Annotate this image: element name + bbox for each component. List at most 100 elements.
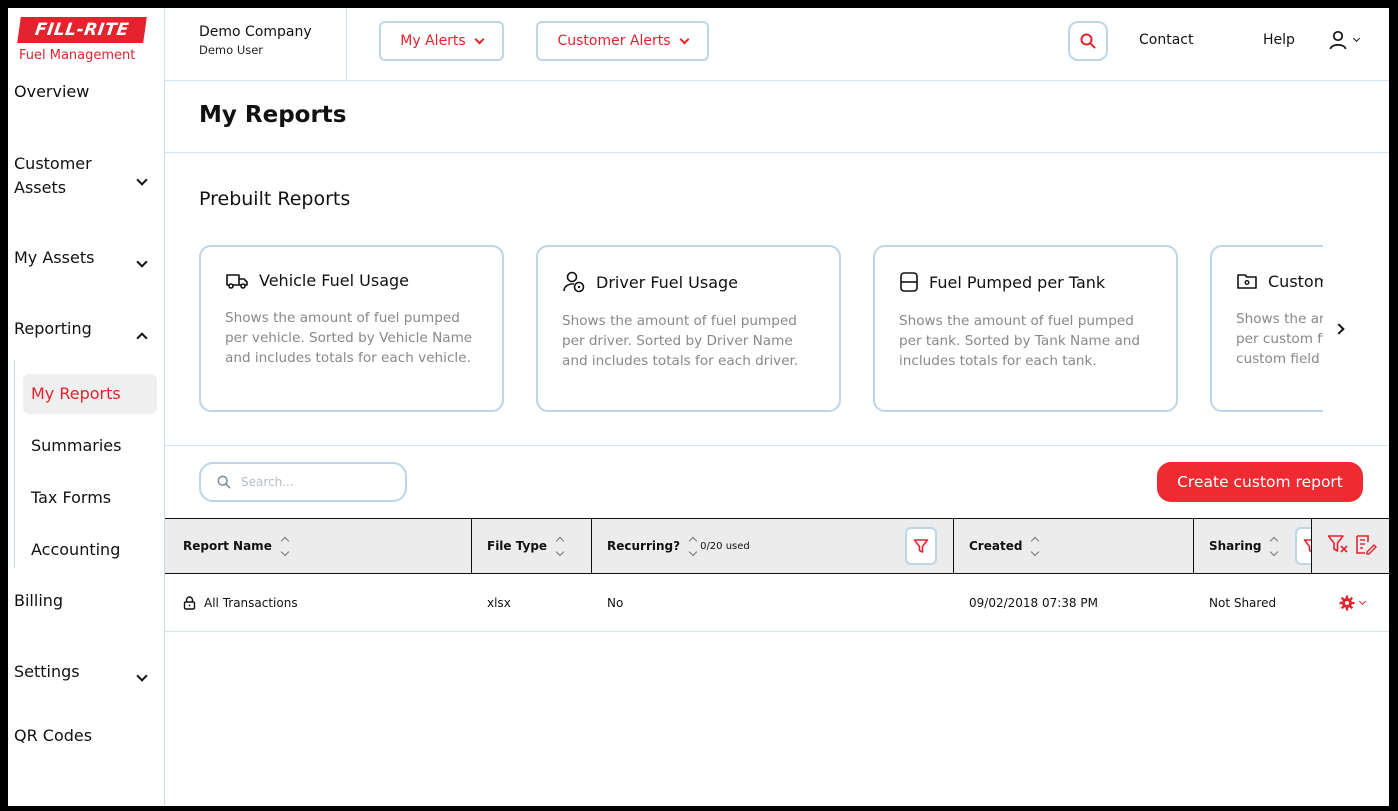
column-label: Report Name: [183, 539, 272, 553]
card-description: Shows the amount of fuel pumped per driv…: [562, 313, 799, 369]
sidebar-item-my-reports[interactable]: My Reports: [23, 374, 157, 414]
chevron-down-icon: [679, 34, 689, 44]
company-name: Demo Company: [199, 24, 312, 40]
logo[interactable]: FILL-RITE Fuel Management: [8, 8, 164, 80]
chevron-down-icon: [1358, 597, 1367, 605]
my-alerts-button[interactable]: My Alerts: [379, 21, 504, 61]
sort-icon[interactable]: [1031, 536, 1040, 556]
filter-icon: [913, 539, 929, 553]
logo-wordmark: FILL-RITE: [17, 17, 147, 43]
search-input[interactable]: [241, 475, 391, 489]
carousel-next-icon[interactable]: [1333, 323, 1345, 335]
column-header-report-name[interactable]: Report Name: [183, 519, 290, 573]
column-label: Recurring?: [607, 539, 681, 553]
sort-icon[interactable]: [1270, 536, 1279, 556]
chevron-down-icon[interactable]: [136, 256, 148, 268]
app-window: FILL-RITE Fuel Management Demo Company D…: [8, 8, 1389, 806]
card-title: Driver Fuel Usage: [596, 272, 739, 292]
table-header: Report Name File Type Recurring? 0/20 us…: [165, 518, 1389, 574]
page-title: My Reports: [199, 102, 347, 128]
customer-alerts-label: Customer Alerts: [557, 33, 671, 49]
search-icon: [217, 475, 231, 489]
card-description: Shows the amount of fuel pumped per tank…: [899, 313, 1141, 369]
user-menu[interactable]: [1328, 30, 1361, 50]
column-header-sharing[interactable]: Sharing: [1209, 519, 1279, 573]
create-custom-report-button[interactable]: Create custom report: [1157, 462, 1363, 502]
report-card-fuel-pumped-per-tank[interactable]: Fuel Pumped per Tank Shows the amount of…: [873, 245, 1178, 412]
sidebar-item-label: Customer: [14, 154, 92, 173]
column-divider: [953, 519, 954, 573]
edit-columns-icon[interactable]: [1355, 534, 1377, 556]
gear-icon: [1339, 595, 1355, 611]
logo-subtitle: Fuel Management: [19, 48, 136, 63]
sharing-filter-clip: [1295, 527, 1311, 565]
truck-icon: [226, 273, 248, 289]
user-name: Demo User: [199, 43, 264, 57]
column-label: Sharing: [1209, 539, 1262, 553]
header-divider: [164, 80, 1389, 81]
sidebar-item-settings[interactable]: Settings: [14, 662, 80, 681]
column-divider: [1193, 519, 1194, 573]
tank-icon: [900, 272, 918, 292]
title-divider: [165, 152, 1389, 153]
chevron-down-icon: [474, 34, 485, 44]
report-search[interactable]: [199, 462, 407, 502]
report-card-vehicle-fuel-usage[interactable]: Vehicle Fuel Usage Shows the amount of f…: [199, 245, 504, 412]
submenu-divider: [14, 360, 15, 568]
customer-alerts-button[interactable]: Customer Alerts: [536, 21, 709, 61]
chevron-down-icon: [1352, 34, 1361, 42]
sidebar-item-tax-forms[interactable]: Tax Forms: [23, 478, 157, 518]
column-divider: [471, 519, 472, 573]
user-icon: [1329, 30, 1347, 50]
sidebar-item-customer-assets[interactable]: Customer Assets: [14, 152, 92, 200]
cell-recurring: No: [607, 596, 624, 610]
sidebar-item-summaries[interactable]: Summaries: [23, 426, 157, 466]
recurring-filter-button[interactable]: [905, 527, 937, 565]
row-actions-menu[interactable]: [1339, 574, 1367, 632]
sidebar-item-accounting[interactable]: Accounting: [23, 530, 157, 570]
help-link[interactable]: Help: [1263, 32, 1295, 48]
sidebar-item-my-assets[interactable]: My Assets: [14, 248, 94, 267]
report-name[interactable]: All Transactions: [204, 596, 298, 610]
search-icon: [1080, 33, 1096, 49]
prebuilt-reports-carousel: Vehicle Fuel Usage Shows the amount of f…: [198, 244, 1323, 414]
sidebar-item-qr-codes[interactable]: QR Codes: [14, 726, 92, 745]
report-card-custom[interactable]: Custom Shows the amount of fuel pumped p…: [1210, 245, 1323, 412]
cell-sharing: Not Shared: [1209, 596, 1277, 610]
sort-icon[interactable]: [555, 536, 565, 556]
chevron-up-icon[interactable]: [136, 332, 148, 344]
sort-icon[interactable]: [688, 536, 698, 556]
report-card-driver-fuel-usage[interactable]: Driver Fuel Usage Shows the amount of fu…: [536, 245, 841, 412]
sharing-filter-button[interactable]: [1295, 527, 1311, 565]
global-search-button[interactable]: [1068, 21, 1108, 61]
chevron-down-icon[interactable]: [136, 670, 148, 682]
column-header-created[interactable]: Created: [969, 519, 1040, 573]
company-selector[interactable]: Demo Company Demo User: [164, 8, 347, 80]
card-title: Custom: [1268, 271, 1323, 291]
cards-divider: [165, 445, 1389, 446]
recurring-usage-count: 0/20 used: [700, 540, 750, 552]
column-label: File Type: [487, 539, 548, 553]
card-description: Shows the amount of fuel pumped per cust…: [1236, 311, 1323, 367]
column-header-recurring[interactable]: Recurring? 0/20 used: [607, 519, 750, 573]
sidebar-item-billing[interactable]: Billing: [14, 591, 63, 610]
sidebar-item-overview[interactable]: Overview: [14, 82, 89, 101]
sort-icon[interactable]: [280, 536, 290, 556]
prebuilt-reports-title: Prebuilt Reports: [199, 188, 351, 210]
card-description: Shows the amount of fuel pumped per vehi…: [225, 310, 473, 366]
contact-link[interactable]: Contact: [1139, 32, 1193, 48]
cell-file-type: xlsx: [487, 596, 511, 610]
my-alerts-label: My Alerts: [400, 33, 466, 49]
lock-icon: [183, 596, 196, 610]
sidebar-item-reporting[interactable]: Reporting: [14, 319, 92, 338]
cell-report-name: All Transactions: [183, 574, 298, 632]
filter-icon: [1303, 539, 1311, 553]
clear-filters-icon[interactable]: [1327, 534, 1349, 556]
chevron-down-icon[interactable]: [136, 174, 148, 186]
driver-icon: [563, 271, 585, 293]
table-row[interactable]: All Transactions xlsx No 09/02/2018 07:3…: [165, 574, 1389, 632]
column-divider: [1311, 519, 1312, 573]
sidebar-item-label: Assets: [14, 178, 67, 197]
folder-icon: [1237, 274, 1257, 289]
column-header-file-type[interactable]: File Type: [487, 519, 565, 573]
